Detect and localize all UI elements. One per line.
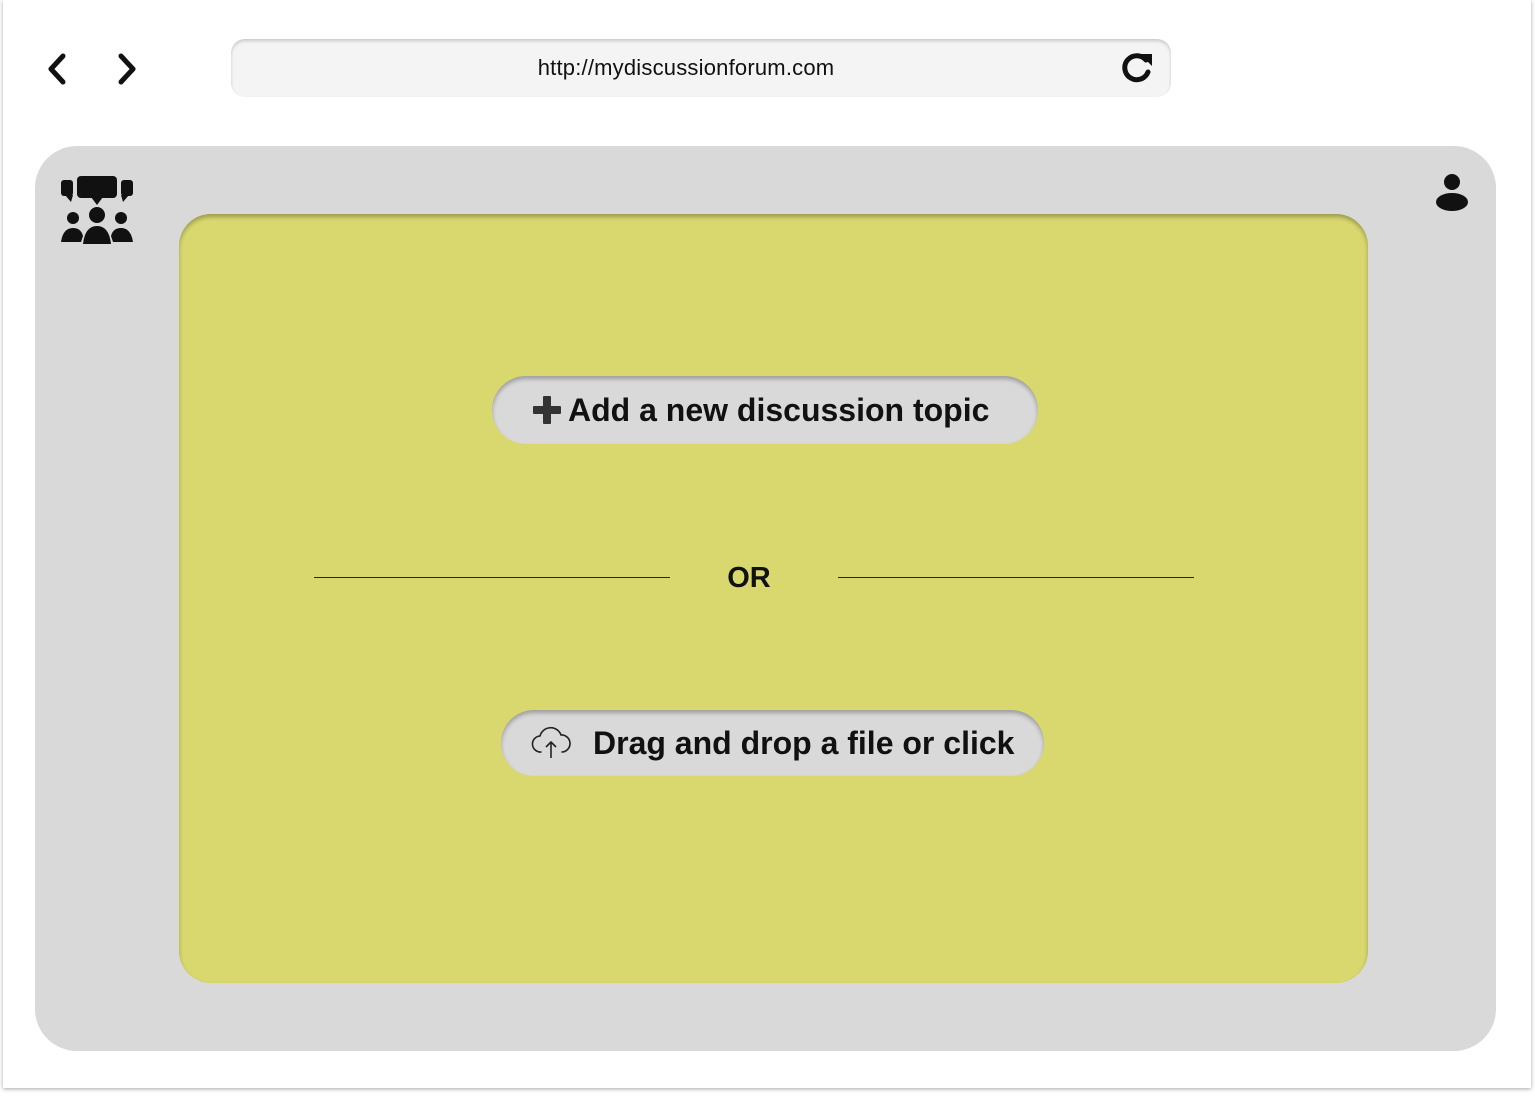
chevron-left-icon [48, 53, 66, 85]
forum-app-panel: Add a new discussion topic OR Drag and d… [35, 146, 1496, 1051]
reload-button[interactable] [1119, 50, 1155, 86]
chevron-right-icon [118, 53, 136, 85]
forward-button[interactable] [109, 50, 145, 88]
plus-icon [532, 395, 562, 425]
reload-icon [1122, 53, 1152, 83]
or-divider-label: OR [727, 562, 771, 594]
divider-line-left [314, 577, 670, 578]
upload-label: Drag and drop a file or click [593, 724, 1015, 761]
discussion-group-icon [59, 174, 135, 248]
file-upload-dropzone[interactable]: Drag and drop a file or click [501, 710, 1044, 776]
cloud-upload-icon [531, 726, 571, 760]
divider-line-right [838, 577, 1194, 578]
add-topic-label: Add a new discussion topic [568, 391, 990, 428]
back-button[interactable] [39, 50, 75, 88]
add-topic-button[interactable]: Add a new discussion topic [492, 376, 1038, 444]
address-bar[interactable]: http://mydiscussionforum.com [231, 39, 1171, 97]
user-icon [1436, 174, 1468, 211]
content-card: Add a new discussion topic OR Drag and d… [179, 214, 1368, 983]
profile-button[interactable] [1434, 172, 1470, 212]
url-text: http://mydiscussionforum.com [537, 55, 835, 80]
browser-window: http://mydiscussionforum.com Add a new d… [3, 0, 1531, 1088]
